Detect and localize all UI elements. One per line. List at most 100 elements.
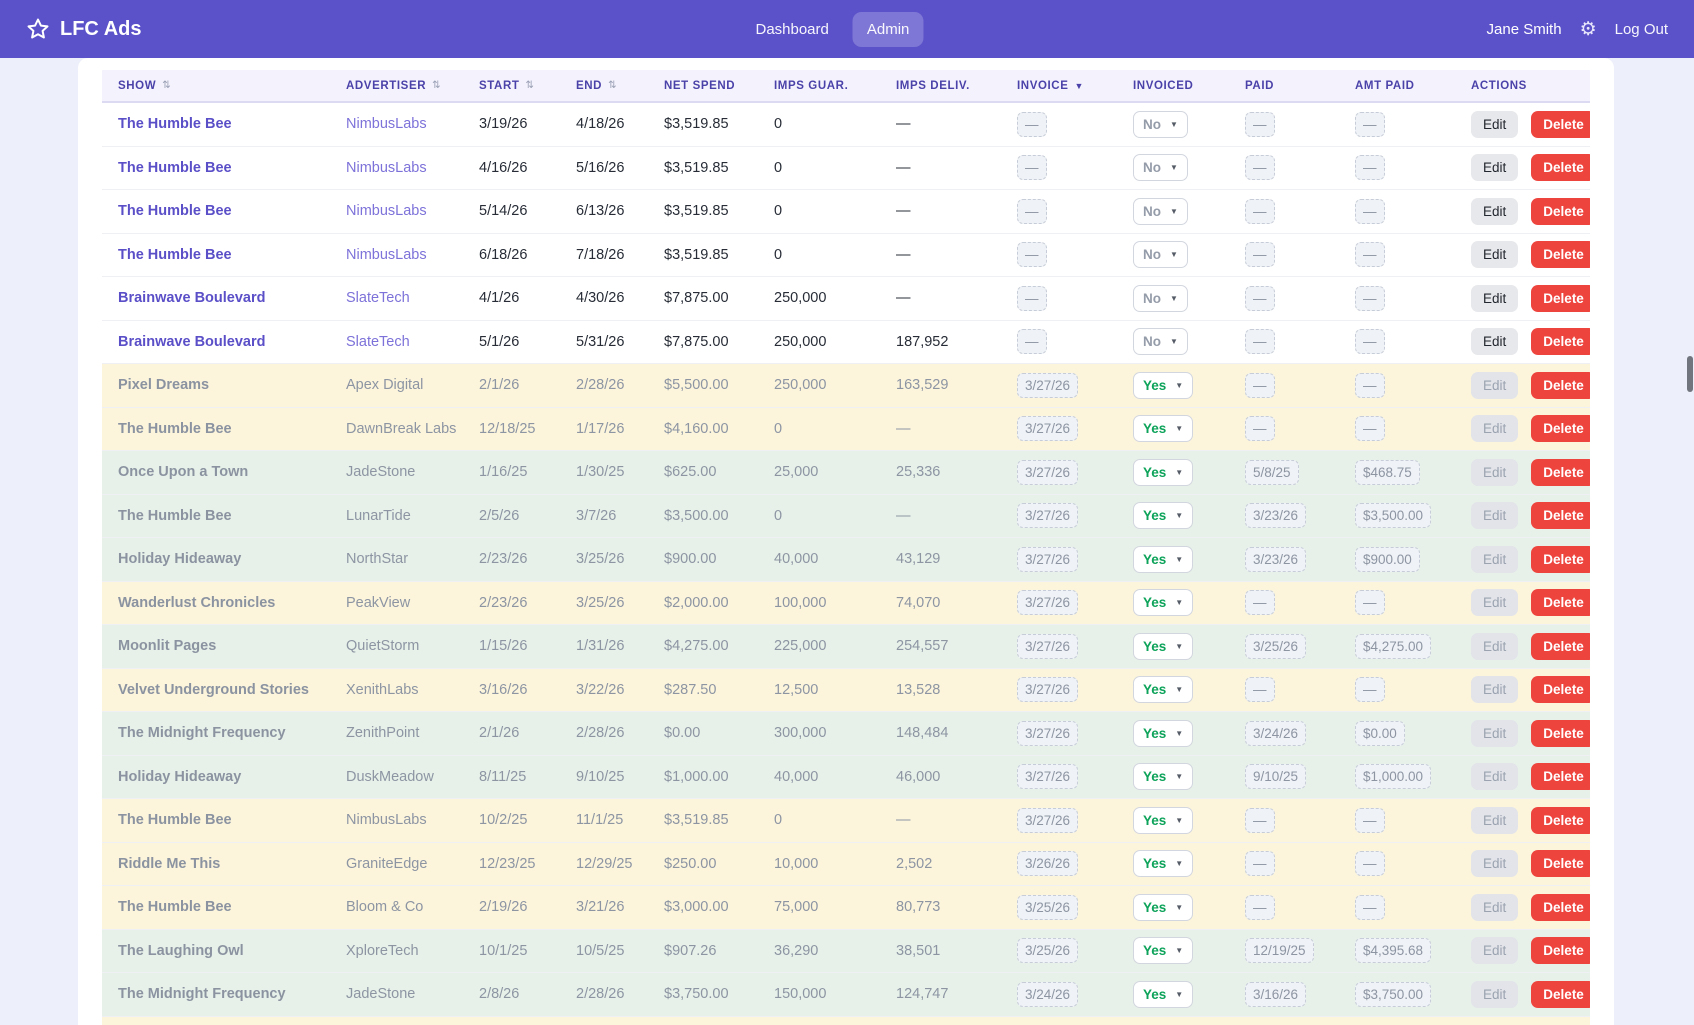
show-link[interactable]: The Humble Bee: [102, 160, 330, 176]
paid-date-field[interactable]: 5/8/25: [1245, 460, 1299, 485]
invoiced-select[interactable]: Yes ▼: [1133, 763, 1193, 790]
amt-paid-field[interactable]: —: [1355, 808, 1385, 833]
edit-button[interactable]: Edit: [1471, 285, 1518, 312]
delete-button[interactable]: Delete: [1531, 807, 1590, 834]
logout-link[interactable]: Log Out: [1615, 21, 1668, 38]
invoice-date-field[interactable]: 3/27/26: [1017, 460, 1078, 485]
amt-paid-field[interactable]: —: [1355, 329, 1385, 354]
invoice-date-field[interactable]: 3/26/26: [1017, 851, 1078, 876]
paid-date-field[interactable]: —: [1245, 895, 1275, 920]
show-link[interactable]: The Humble Bee: [102, 116, 330, 132]
vertical-scrollbar-thumb[interactable]: [1687, 356, 1693, 392]
invoice-date-field[interactable]: 3/27/26: [1017, 634, 1078, 659]
edit-button[interactable]: Edit: [1471, 111, 1518, 138]
paid-date-field[interactable]: —: [1245, 155, 1275, 180]
invoice-date-field[interactable]: 3/27/26: [1017, 547, 1078, 572]
show-link[interactable]: Brainwave Boulevard: [102, 334, 330, 350]
column-header-end[interactable]: END⇅: [560, 80, 648, 92]
advertiser-link[interactable]: NimbusLabs: [330, 116, 463, 132]
nav-link-dashboard[interactable]: Dashboard: [741, 12, 842, 47]
invoiced-select[interactable]: Yes ▼: [1133, 633, 1193, 660]
invoiced-select[interactable]: Yes ▼: [1133, 372, 1193, 399]
invoiced-select[interactable]: No ▼: [1133, 285, 1188, 312]
paid-date-field[interactable]: 3/23/26: [1245, 547, 1306, 572]
invoiced-select[interactable]: Yes ▼: [1133, 981, 1193, 1008]
invoice-date-field[interactable]: 3/27/26: [1017, 764, 1078, 789]
invoice-date-field[interactable]: —: [1017, 155, 1047, 180]
delete-button[interactable]: Delete: [1531, 589, 1590, 616]
amt-paid-field[interactable]: —: [1355, 851, 1385, 876]
paid-date-field[interactable]: 3/16/26: [1245, 982, 1306, 1007]
delete-button[interactable]: Delete: [1531, 502, 1590, 529]
paid-date-field[interactable]: 9/10/25: [1245, 764, 1306, 789]
invoiced-select[interactable]: Yes ▼: [1133, 676, 1193, 703]
gear-icon[interactable]: ⚙: [1580, 20, 1597, 39]
invoiced-select[interactable]: Yes ▼: [1133, 415, 1193, 442]
delete-button[interactable]: Delete: [1531, 372, 1590, 399]
paid-date-field[interactable]: 12/19/25: [1245, 938, 1314, 963]
column-header-start[interactable]: START⇅: [463, 80, 560, 92]
paid-date-field[interactable]: —: [1245, 677, 1275, 702]
invoice-date-field[interactable]: 3/25/26: [1017, 895, 1078, 920]
column-header-show[interactable]: SHOW⇅: [102, 80, 330, 92]
amt-paid-field[interactable]: $1,000.00: [1355, 764, 1431, 789]
sort-icon[interactable]: ⇅: [525, 80, 534, 91]
invoice-date-field[interactable]: —: [1017, 242, 1047, 267]
invoiced-select[interactable]: No ▼: [1133, 241, 1188, 268]
invoiced-select[interactable]: No ▼: [1133, 111, 1188, 138]
edit-button[interactable]: Edit: [1471, 241, 1518, 268]
invoice-date-field[interactable]: —: [1017, 329, 1047, 354]
sort-icon[interactable]: ⇅: [608, 80, 617, 91]
column-header-invoice[interactable]: INVOICE▼: [1001, 80, 1117, 92]
delete-button[interactable]: Delete: [1531, 328, 1590, 355]
delete-button[interactable]: Delete: [1531, 763, 1590, 790]
paid-date-field[interactable]: —: [1245, 112, 1275, 137]
invoiced-select[interactable]: Yes ▼: [1133, 546, 1193, 573]
paid-date-field[interactable]: —: [1245, 373, 1275, 398]
invoice-date-field[interactable]: 3/27/26: [1017, 721, 1078, 746]
invoice-date-field[interactable]: 3/27/26: [1017, 590, 1078, 615]
paid-date-field[interactable]: —: [1245, 851, 1275, 876]
nav-link-admin[interactable]: Admin: [853, 12, 924, 47]
advertiser-link[interactable]: NimbusLabs: [330, 247, 463, 263]
sort-icon[interactable]: ⇅: [162, 80, 171, 91]
advertiser-link[interactable]: SlateTech: [330, 290, 463, 306]
amt-paid-field[interactable]: $4,395.68: [1355, 938, 1431, 963]
amt-paid-field[interactable]: $4,275.00: [1355, 634, 1431, 659]
amt-paid-field[interactable]: $3,750.00: [1355, 982, 1431, 1007]
show-link[interactable]: The Humble Bee: [102, 203, 330, 219]
edit-button[interactable]: Edit: [1471, 198, 1518, 225]
invoice-date-field[interactable]: —: [1017, 286, 1047, 311]
amt-paid-field[interactable]: —: [1355, 416, 1385, 441]
paid-date-field[interactable]: 3/25/26: [1245, 634, 1306, 659]
delete-button[interactable]: Delete: [1531, 198, 1590, 225]
amt-paid-field[interactable]: $0.00: [1355, 721, 1405, 746]
invoice-date-field[interactable]: 3/27/26: [1017, 503, 1078, 528]
invoiced-select[interactable]: Yes ▼: [1133, 807, 1193, 834]
invoiced-select[interactable]: Yes ▼: [1133, 850, 1193, 877]
amt-paid-field[interactable]: —: [1355, 199, 1385, 224]
amt-paid-field[interactable]: —: [1355, 155, 1385, 180]
invoiced-select[interactable]: Yes ▼: [1133, 459, 1193, 486]
paid-date-field[interactable]: —: [1245, 329, 1275, 354]
delete-button[interactable]: Delete: [1531, 285, 1590, 312]
delete-button[interactable]: Delete: [1531, 546, 1590, 573]
amt-paid-field[interactable]: —: [1355, 677, 1385, 702]
delete-button[interactable]: Delete: [1531, 720, 1590, 747]
invoiced-select[interactable]: Yes ▼: [1133, 589, 1193, 616]
paid-date-field[interactable]: —: [1245, 590, 1275, 615]
paid-date-field[interactable]: —: [1245, 199, 1275, 224]
amt-paid-field[interactable]: —: [1355, 242, 1385, 267]
invoice-date-field[interactable]: 3/24/26: [1017, 982, 1078, 1007]
delete-button[interactable]: Delete: [1531, 415, 1590, 442]
paid-date-field[interactable]: 3/23/26: [1245, 503, 1306, 528]
delete-button[interactable]: Delete: [1531, 241, 1590, 268]
delete-button[interactable]: Delete: [1531, 850, 1590, 877]
amt-paid-field[interactable]: $468.75: [1355, 460, 1420, 485]
paid-date-field[interactable]: —: [1245, 242, 1275, 267]
delete-button[interactable]: Delete: [1531, 633, 1590, 660]
invoice-date-field[interactable]: 3/27/26: [1017, 677, 1078, 702]
amt-paid-field[interactable]: —: [1355, 895, 1385, 920]
invoice-date-field[interactable]: —: [1017, 199, 1047, 224]
delete-button[interactable]: Delete: [1531, 459, 1590, 486]
